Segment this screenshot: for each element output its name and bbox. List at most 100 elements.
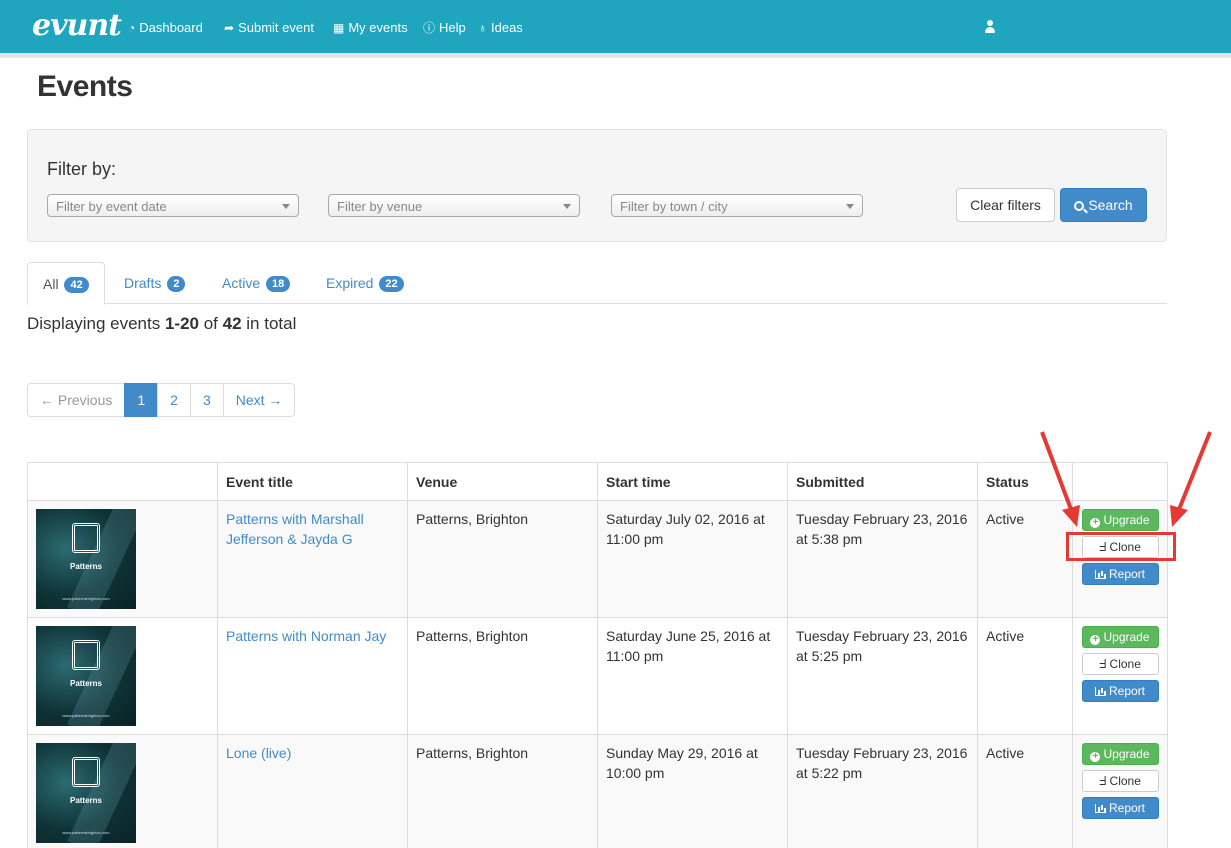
tab-active[interactable]: Active 18 xyxy=(207,262,305,304)
filter-town-select[interactable]: Filter by town / city xyxy=(611,194,863,217)
tab-drafts[interactable]: Drafts 2 xyxy=(109,262,200,304)
header-actions xyxy=(1072,462,1168,501)
pagination-previous[interactable]: ← Previous xyxy=(27,383,126,417)
clone-button[interactable]: ᖵ Clone xyxy=(1081,653,1159,675)
filter-event-date-select[interactable]: Filter by event date xyxy=(47,194,299,217)
share-icon: ➦ xyxy=(224,21,235,35)
submitted-cell: Tuesday February 23, 2016 at 5:25 pm xyxy=(787,617,978,735)
status-cell: Active xyxy=(977,734,1073,848)
upgrade-button[interactable]: + Upgrade xyxy=(1081,743,1159,765)
thumbnail-url: www.patternsbrighton.com xyxy=(62,713,110,718)
filter-venue-placeholder: Filter by venue xyxy=(337,199,423,214)
nav-help[interactable]: ⓘ Help xyxy=(423,19,466,37)
upgrade-label: Upgrade xyxy=(1103,747,1150,761)
status-cell: Active xyxy=(977,617,1073,735)
nav-ideas-label: Ideas xyxy=(491,20,523,35)
events-table: Event title Venue Start time Submitted S… xyxy=(27,462,1168,848)
summary-middle: of xyxy=(199,314,223,333)
annotation-arrow-right-head xyxy=(1170,505,1188,527)
thumb-cell: Patterns www.patternsbrighton.com xyxy=(27,617,218,735)
dashboard-icon: ◔ xyxy=(128,21,136,35)
tab-expired-count: 22 xyxy=(379,276,404,292)
page-title: Events xyxy=(37,70,133,103)
event-title-cell: Patterns with Marshall Jefferson & Jayda… xyxy=(217,500,408,618)
nav-dashboard-label: Dashboard xyxy=(139,20,203,35)
thumbnail-logo-mark xyxy=(72,640,100,670)
tab-drafts-count: 2 xyxy=(167,276,186,292)
bar-chart-icon xyxy=(1094,687,1106,696)
filter-venue-select[interactable]: Filter by venue xyxy=(328,194,580,217)
start-time-cell: Saturday June 25, 2016 at 11:00 pm xyxy=(597,617,788,735)
nav-ideas[interactable]: ♁ Ideas xyxy=(478,19,523,37)
event-status-tabs: All 42 Drafts 2 Active 18 Expired 22 xyxy=(27,262,1167,305)
upgrade-button[interactable]: + Upgrade xyxy=(1081,626,1159,648)
header-status: Status xyxy=(977,462,1073,501)
table-row: Patterns www.patternsbrighton.com Patter… xyxy=(27,617,1168,735)
pagination-page-1[interactable]: 1 xyxy=(124,383,159,417)
venue-cell: Patterns, Brighton xyxy=(407,734,598,848)
summary-range: 1-20 xyxy=(164,314,199,333)
nav-my-events[interactable]: ▦ My events xyxy=(333,19,408,37)
pagination-page-2[interactable]: 2 xyxy=(157,383,191,417)
fork-icon: ᖵ xyxy=(1099,774,1110,788)
tab-all[interactable]: All 42 xyxy=(27,262,105,305)
summary-prefix: Displaying events xyxy=(27,314,165,333)
pagination: ← Previous 1 2 3 Next → xyxy=(27,383,296,417)
start-time-cell: Sunday May 29, 2016 at 10:00 pm xyxy=(597,734,788,848)
actions-cell: + Upgrade ᖵ Clone Report xyxy=(1072,734,1168,848)
venue-cell: Patterns, Brighton xyxy=(407,500,598,618)
thumbnail-url: www.patternsbrighton.com xyxy=(62,596,110,601)
header-thumb xyxy=(27,462,218,501)
event-title-cell: Patterns with Norman Jay xyxy=(217,617,408,735)
bar-chart-icon xyxy=(1094,570,1106,579)
brand-logo[interactable]: evunt xyxy=(32,8,122,44)
tab-drafts-label: Drafts xyxy=(124,275,162,291)
event-title-link[interactable]: Patterns with Marshall Jefferson & Jayda… xyxy=(226,511,364,547)
event-thumbnail[interactable]: Patterns www.patternsbrighton.com xyxy=(36,509,136,609)
chevron-down-icon xyxy=(846,204,854,209)
event-title-link[interactable]: Lone (live) xyxy=(226,745,291,761)
annotation-highlight-box xyxy=(1066,532,1176,561)
header-submitted: Submitted xyxy=(787,462,978,501)
pagination-next[interactable]: Next → xyxy=(222,383,296,417)
tab-all-count: 42 xyxy=(64,277,89,293)
report-button[interactable]: Report xyxy=(1081,797,1159,819)
chevron-down-icon xyxy=(282,204,290,209)
navbar-divider xyxy=(0,53,1231,58)
nav-submit-event[interactable]: ➦ Submit event xyxy=(224,19,314,37)
event-thumbnail[interactable]: Patterns www.patternsbrighton.com xyxy=(36,626,136,726)
search-button-label: Search xyxy=(1088,197,1133,213)
pagination-page-3[interactable]: 3 xyxy=(189,383,224,417)
search-button[interactable]: Search xyxy=(1060,188,1147,222)
table-row: Patterns www.patternsbrighton.com Patter… xyxy=(27,500,1168,618)
filter-event-date-placeholder: Filter by event date xyxy=(56,199,167,214)
tab-all-label: All xyxy=(43,276,59,292)
upgrade-button[interactable]: + Upgrade xyxy=(1081,509,1159,531)
plus-circle-icon: + xyxy=(1090,518,1101,528)
bar-chart-icon xyxy=(1094,804,1106,813)
header-venue: Venue xyxy=(407,462,598,501)
actions-cell: + Upgrade ᖵ Clone Report xyxy=(1072,617,1168,735)
clear-filters-button[interactable]: Clear filters xyxy=(956,188,1055,222)
top-navbar: evunt ◔ Dashboard ➦ Submit event ▦ My ev… xyxy=(0,0,1231,58)
report-button[interactable]: Report xyxy=(1081,563,1159,585)
nav-dashboard[interactable]: ◔ Dashboard xyxy=(128,19,203,37)
clone-button[interactable]: ᖵ Clone xyxy=(1081,770,1159,792)
report-button[interactable]: Report xyxy=(1081,680,1159,702)
thumb-cell: Patterns www.patternsbrighton.com xyxy=(27,500,218,618)
tab-expired-label: Expired xyxy=(326,275,374,291)
plus-circle-icon: + xyxy=(1090,752,1101,762)
event-thumbnail[interactable]: Patterns www.patternsbrighton.com xyxy=(36,743,136,843)
event-title-link[interactable]: Patterns with Norman Jay xyxy=(226,628,386,644)
tab-expired[interactable]: Expired 22 xyxy=(311,262,419,304)
tab-active-label: Active xyxy=(222,275,261,291)
user-icon-body xyxy=(985,27,995,33)
user-icon[interactable] xyxy=(984,20,996,34)
plus-circle-icon: + xyxy=(1090,635,1101,645)
submitted-cell: Tuesday February 23, 2016 at 5:22 pm xyxy=(787,734,978,848)
report-label: Report xyxy=(1108,567,1146,581)
lightbulb-icon: ♁ xyxy=(478,21,487,35)
info-icon: ⓘ xyxy=(423,21,436,35)
thumbnail-text: Patterns xyxy=(69,796,102,805)
upgrade-label: Upgrade xyxy=(1103,630,1150,644)
